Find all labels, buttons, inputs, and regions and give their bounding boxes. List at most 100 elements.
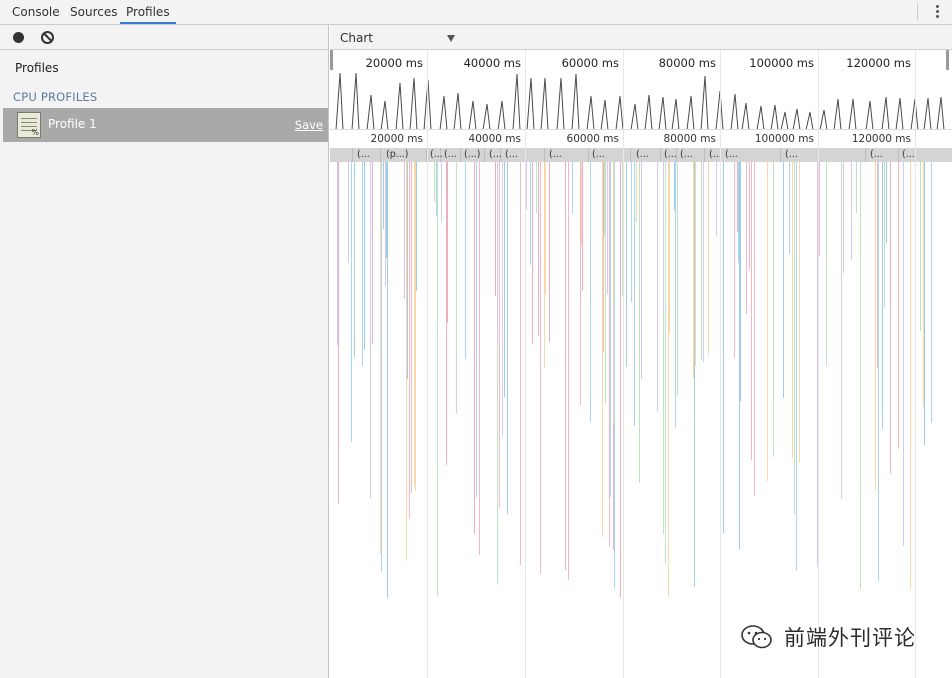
flame-frame-bar [447,162,448,323]
flame-frame-label[interactable]: (... [592,148,605,162]
overview-tick-label: 80000 ms [658,56,716,70]
view-mode-select[interactable]: Chart [340,31,373,45]
profile-view: Chart 20000 ms 40000 ms 60000 ms 80000 ms 10… [330,25,952,678]
flame-frame-label[interactable]: (... [430,148,443,162]
flame-frame-divider [630,148,631,162]
flame-frame-bar [383,162,384,229]
flame-frame-bar [526,162,527,210]
flame-frame-bar [740,162,741,401]
flame-frame-bar [474,162,475,453]
flame-frame-bar [532,162,533,344]
flame-frame-divider [588,148,589,162]
flame-frame-bar [920,162,921,331]
flame-frame-bar [456,162,457,413]
overview-window-right-handle[interactable] [946,50,949,70]
flame-frame-bar [568,162,569,580]
flame-frame-bar [890,162,891,473]
flame-frame-label[interactable]: (p...) [386,148,409,162]
clear-icon[interactable] [41,31,54,44]
flame-frame-bar [386,162,387,258]
dropdown-arrow-icon[interactable] [447,35,455,42]
ruler-tick-label: 80000 ms [663,133,716,145]
flame-frame-bar [734,162,735,358]
flame-frame-bar [878,162,879,581]
flame-chart[interactable] [330,162,952,678]
flame-frame-bar [354,162,355,357]
cpu-profile-icon: % [17,112,41,138]
flame-frame-bar [406,162,407,561]
overview-tick-label: 40000 ms [463,56,521,70]
flame-frame-label[interactable]: (... [664,148,677,162]
flame-frame-bar [572,162,573,214]
flame-frame-bar [693,162,694,378]
flame-frame-label[interactable]: (... [870,148,883,162]
flame-frame-bar [415,162,416,491]
flame-frame-bar [495,162,496,296]
flame-frame-bar [465,162,466,359]
toolbar-divider [917,3,918,20]
flame-frame-bar [773,162,774,457]
flame-frame-bar [409,162,410,358]
flame-frame-bar [799,162,800,463]
flame-frame-bar [380,162,381,554]
profile-list-item[interactable]: % Profile 1 Save [3,108,328,142]
flame-frame-bar [348,162,349,263]
cpu-profiles-section-title: CPU PROFILES [13,90,98,104]
save-profile-link[interactable]: Save [295,118,323,132]
flame-frame-bar [796,162,797,571]
flame-chart-top-row[interactable]: (... (p...) (... (... (...) (... (... (... (...(… [330,148,952,162]
flame-frame-label[interactable]: (... [505,148,518,162]
flame-frame-bar [536,162,537,213]
tab-sources[interactable]: Sources [68,0,119,24]
ruler-tick-label: 100000 ms [754,133,814,145]
tab-console[interactable]: Console [10,0,62,24]
flame-frame-bar [404,162,405,299]
ruler-tick-label: 20000 ms [370,133,423,145]
flame-frame-bar [665,162,666,564]
flame-frame-label[interactable]: (... [680,148,693,162]
flame-frame-bar [875,162,876,490]
flame-frame-bar [605,162,606,404]
flame-frame-bar [641,162,642,379]
flame-frame-bar [677,162,678,396]
record-icon[interactable] [13,32,24,43]
cpu-activity-line [335,72,945,129]
flame-frame-label[interactable]: (... [489,148,502,162]
flame-frame-bar [602,162,603,537]
flame-frame-bar [530,162,531,265]
overview-window-left-handle[interactable] [330,50,333,70]
flame-frame-bar [634,162,635,426]
flame-frame-label[interactable]: (... [549,148,562,162]
flame-frame-bar [476,162,477,497]
flame-frame-bar [723,162,724,533]
profiles-heading[interactable]: Profiles [15,61,59,75]
flame-frame-label[interactable]: (...) [464,148,480,162]
flame-frame-bar [674,162,675,211]
wechat-icon [741,625,772,649]
flame-frame-divider [352,148,353,162]
flame-frame-bar [437,162,438,596]
timeline-grid-line [623,50,624,678]
tab-profiles[interactable]: Profiles [120,0,176,24]
flame-frame-label[interactable]: (... [725,148,738,162]
flame-frame-bar [497,162,498,345]
more-options-icon[interactable] [934,4,940,20]
flame-frame-bar [502,162,503,436]
overview-tick-label: 60000 ms [561,56,619,70]
flame-frame-bar [407,162,408,379]
flame-frame-bar [668,162,669,597]
flame-frame-divider [660,148,661,162]
flame-frame-label[interactable]: (... [636,148,649,162]
flame-frame-label[interactable]: (... [902,148,915,162]
timeline-ruler: 20000 ms 40000 ms 60000 ms 80000 ms 100000 m… [330,131,952,148]
flame-frame-bar [657,162,658,412]
flame-frame-label[interactable]: (... [785,148,798,162]
flame-frame-bar [819,162,820,256]
flame-frame-bar [582,162,583,291]
flame-frame-label[interactable]: (... [357,148,370,162]
timeline-grid-line [427,50,428,678]
flame-frame-bar [754,162,755,496]
timeline-grid-line [818,50,819,678]
flame-frame-bar [414,162,415,485]
flame-frame-label[interactable]: (... [444,148,457,162]
